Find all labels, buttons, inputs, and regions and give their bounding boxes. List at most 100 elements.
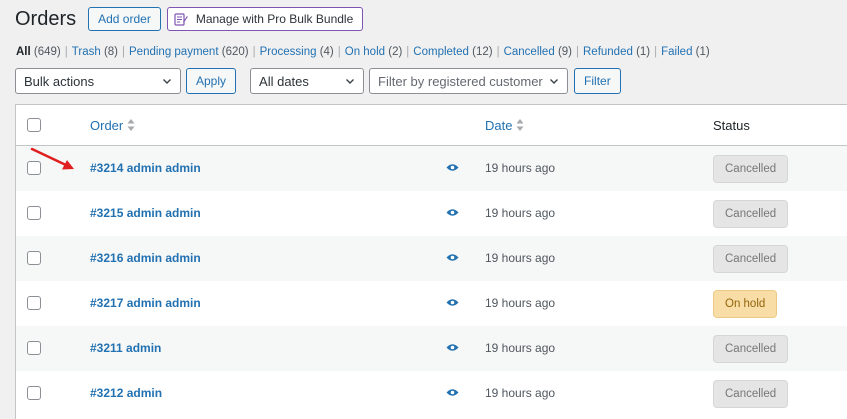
filter-separator: |: [337, 46, 341, 58]
status-badge: On hold: [713, 290, 778, 318]
order-date: 19 hours ago: [485, 386, 556, 400]
filter-label: Trash: [71, 46, 101, 58]
apply-button[interactable]: Apply: [186, 68, 237, 94]
filter-count: (12): [472, 46, 493, 58]
date-column-label: Date: [485, 118, 513, 133]
status-badge: Cancelled: [713, 335, 789, 363]
select-all-checkbox[interactable]: [27, 118, 41, 132]
table-nav: Bulk actions Apply All dates Filter by r…: [15, 68, 621, 94]
row-checkbox[interactable]: [27, 386, 41, 400]
row-checkbox[interactable]: [27, 296, 41, 310]
row-checkbox[interactable]: [27, 251, 41, 265]
order-column-header[interactable]: Order: [90, 118, 135, 133]
status-badge: Cancelled: [713, 380, 789, 408]
eye-icon[interactable]: [446, 208, 459, 217]
order-link[interactable]: #3212 admin: [90, 386, 162, 400]
status-badge: Cancelled: [713, 245, 789, 273]
filter-separator: |: [252, 46, 256, 58]
filter-button[interactable]: Filter: [574, 68, 621, 94]
order-date: 19 hours ago: [485, 296, 556, 310]
order-date: 19 hours ago: [485, 161, 556, 175]
table-row[interactable]: #3217 admin admin 19 hours ago On hold: [16, 281, 847, 326]
filter-label: Completed: [413, 46, 469, 58]
row-checkbox[interactable]: [27, 161, 41, 175]
filter-link-all: All (649): [16, 46, 61, 58]
filter-link-trash[interactable]: Trash (8): [72, 46, 118, 58]
filter-link-refunded[interactable]: Refunded (1): [583, 46, 650, 58]
sort-icon: [516, 119, 524, 131]
filter-separator: |: [406, 46, 410, 58]
table-row[interactable]: #3212 admin 19 hours ago Cancelled: [16, 371, 847, 416]
eye-icon[interactable]: [446, 343, 459, 352]
customer-filter-placeholder: Filter by registered customer: [378, 73, 543, 89]
filter-link-pending-payment[interactable]: Pending payment (620): [129, 46, 249, 58]
dates-select[interactable]: All dates: [250, 68, 365, 94]
status-badge: Cancelled: [713, 155, 789, 183]
eye-icon[interactable]: [446, 163, 459, 172]
customer-filter-select[interactable]: Filter by registered customer: [369, 68, 569, 94]
filter-link-failed[interactable]: Failed (1): [661, 46, 710, 58]
filter-link-completed[interactable]: Completed (12): [413, 46, 492, 58]
dates-value: All dates: [259, 73, 309, 89]
status-badge: Cancelled: [713, 200, 789, 228]
table-row[interactable]: #3211 admin 19 hours ago Cancelled: [16, 326, 847, 371]
bundle-edit-icon: [174, 13, 188, 26]
filter-link-on-hold[interactable]: On hold (2): [345, 46, 403, 58]
table-row[interactable]: #3215 admin admin 19 hours ago Cancelled: [16, 191, 847, 236]
filter-separator: |: [496, 46, 500, 58]
filter-count: (1): [695, 46, 710, 58]
filter-count: (4): [319, 46, 334, 58]
filter-count: (8): [103, 46, 119, 58]
filter-label: Failed: [661, 46, 693, 58]
date-column-header[interactable]: Date: [485, 118, 524, 133]
filter-separator: |: [576, 46, 579, 58]
filter-count: (2): [388, 46, 403, 58]
order-date: 19 hours ago: [485, 206, 556, 220]
filter-label: Processing: [259, 46, 317, 58]
page-title: Orders: [15, 7, 77, 30]
filter-label: Pending payment: [129, 46, 219, 58]
eye-icon[interactable]: [446, 298, 459, 307]
order-link[interactable]: #3217 admin admin: [90, 296, 201, 310]
status-column-header: Status: [713, 118, 750, 133]
chevron-down-icon: [163, 79, 171, 84]
bulk-actions-value: Bulk actions: [24, 73, 95, 89]
filter-separator: |: [122, 46, 126, 58]
add-order-button[interactable]: Add order: [88, 7, 161, 31]
page-header: Orders Add order Manage with Pro Bulk Bu…: [15, 7, 369, 31]
filter-label: Cancelled: [503, 46, 555, 58]
order-link[interactable]: #3215 admin admin: [90, 206, 201, 220]
filter-separator: |: [64, 46, 68, 58]
table-header: Order Date Status: [16, 105, 847, 146]
table-row[interactable]: #3216 admin admin 19 hours ago Cancelled: [16, 236, 847, 281]
chevron-down-icon: [550, 79, 559, 84]
order-link[interactable]: #3216 admin admin: [90, 251, 201, 265]
table-row[interactable]: #3214 admin admin 19 hours ago Cancelled: [16, 146, 847, 191]
filter-link-cancelled[interactable]: Cancelled (9): [504, 46, 572, 58]
order-link[interactable]: #3214 admin admin: [90, 161, 201, 175]
order-link[interactable]: #3211 admin: [90, 341, 161, 355]
orders-table: Order Date Status #3214 admin admin 19 ho…: [15, 104, 847, 419]
filter-count: (620): [221, 46, 249, 58]
filter-count: (9): [557, 46, 572, 58]
bulk-actions-select[interactable]: Bulk actions: [15, 68, 181, 94]
table-body: #3214 admin admin 19 hours ago Cancelled #3…: [16, 146, 847, 416]
eye-icon[interactable]: [446, 388, 459, 397]
chevron-down-icon: [346, 79, 355, 84]
filter-link-processing[interactable]: Processing (4): [260, 46, 334, 58]
filter-count: (649): [33, 46, 61, 58]
bulk-bundle-button[interactable]: Manage with Pro Bulk Bundle: [166, 7, 364, 31]
order-date: 19 hours ago: [485, 251, 556, 265]
order-date: 19 hours ago: [485, 341, 556, 355]
row-checkbox[interactable]: [27, 341, 41, 355]
row-checkbox[interactable]: [27, 206, 41, 220]
filter-separator: |: [654, 46, 658, 58]
filter-label: Refunded: [583, 46, 633, 58]
status-filter-links: All (649) | Trash (8) | Pending payment (620…: [16, 46, 710, 58]
eye-icon[interactable]: [446, 253, 459, 262]
order-column-label: Order: [90, 118, 124, 133]
filter-label: On hold: [344, 46, 386, 58]
sort-icon: [127, 119, 135, 131]
bulk-bundle-label: Manage with Pro Bulk Bundle: [195, 12, 354, 26]
filter-label: All: [16, 46, 31, 58]
